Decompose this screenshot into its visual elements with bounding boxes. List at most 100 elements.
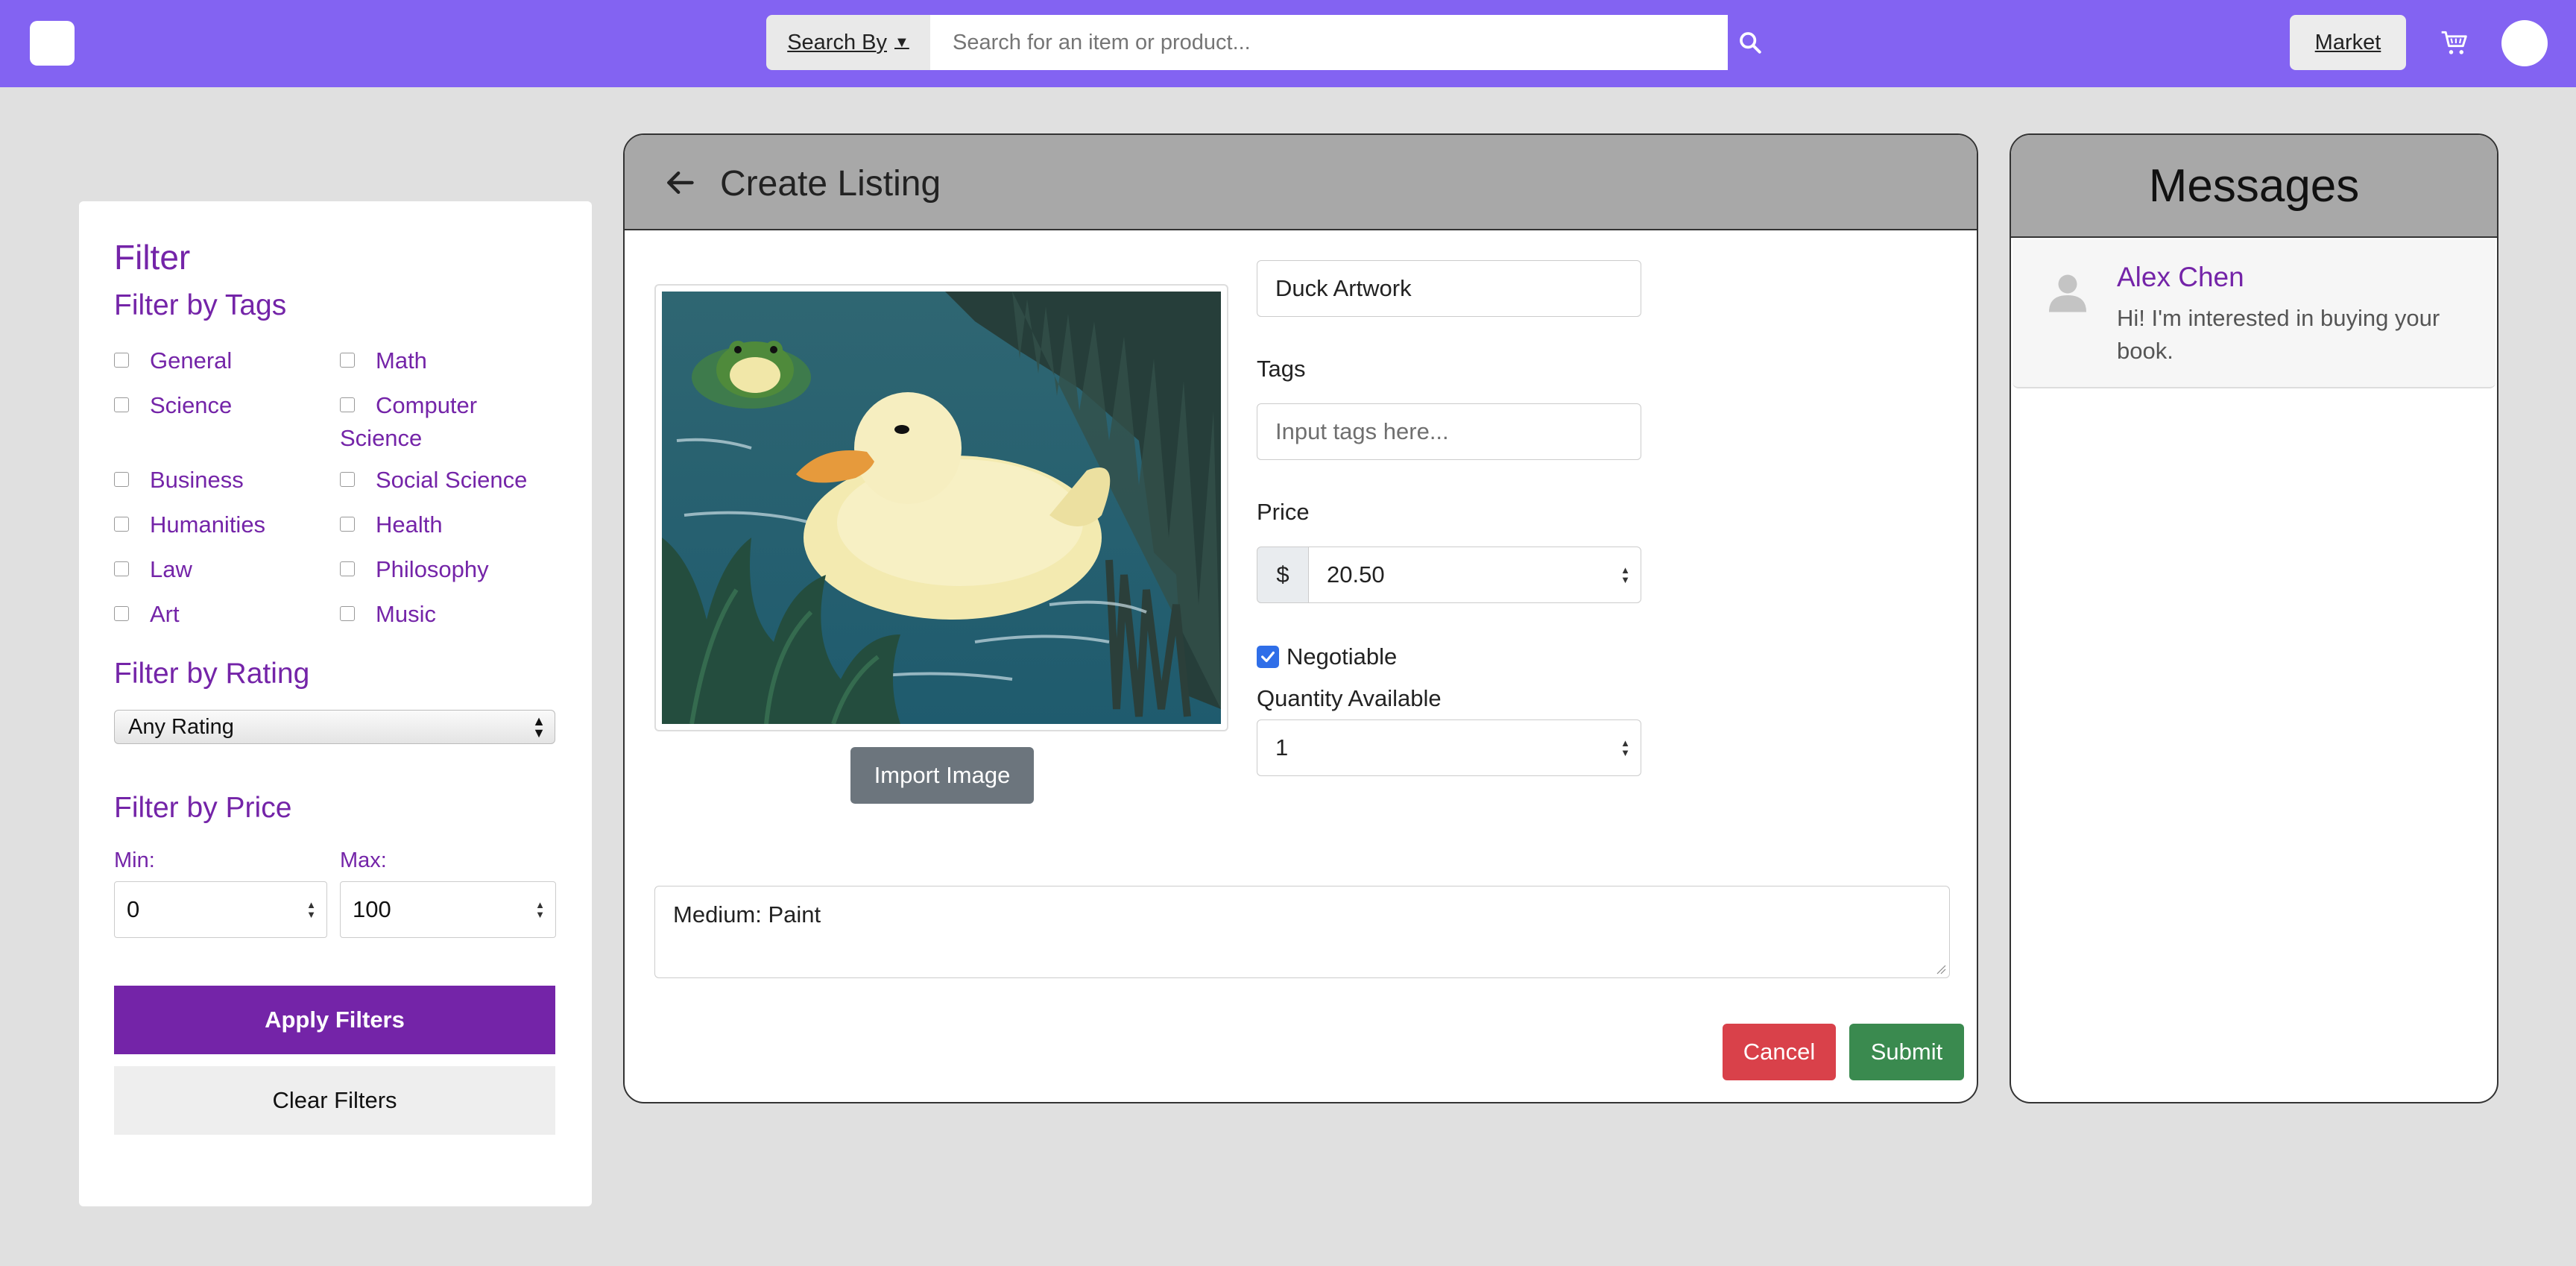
submit-button[interactable]: Submit bbox=[1849, 1024, 1964, 1080]
tags-label: Tags bbox=[1257, 356, 1306, 382]
checkbox-checked[interactable] bbox=[1257, 646, 1279, 668]
import-image-button[interactable]: Import Image bbox=[850, 747, 1034, 804]
apply-filters-button[interactable]: Apply Filters bbox=[114, 986, 555, 1054]
description-textarea[interactable]: Medium: Paint bbox=[654, 886, 1950, 978]
search-bar: Search By ▼ bbox=[766, 15, 1772, 70]
rating-select[interactable]: Any Rating ▲ ▼ bbox=[114, 710, 555, 744]
search-input[interactable] bbox=[930, 15, 1743, 70]
description-value: Medium: Paint bbox=[673, 901, 821, 928]
tag-label: Science bbox=[150, 392, 233, 418]
tag-label: Humanities bbox=[150, 511, 266, 538]
search-icon bbox=[1740, 32, 1761, 54]
search-by-label: Search By bbox=[787, 30, 887, 54]
tag-checkbox-health[interactable]: Health bbox=[340, 508, 443, 541]
tag-checkbox-social-science[interactable]: Social Science bbox=[340, 464, 527, 497]
tag-checkbox-business[interactable]: Business bbox=[114, 464, 244, 497]
tag-checkbox-philosophy[interactable]: Philosophy bbox=[340, 553, 489, 586]
max-price-input[interactable]: 100 ▲ ▼ bbox=[340, 881, 556, 938]
price-input-group: $ 20.50 ▲ ▼ bbox=[1257, 547, 1641, 603]
tags-input[interactable]: Input tags here... bbox=[1257, 403, 1641, 460]
cart-icon[interactable] bbox=[2439, 27, 2472, 60]
messages-title: Messages bbox=[2011, 135, 2497, 238]
stepper-icon[interactable]: ▲ ▼ bbox=[1620, 565, 1630, 585]
filter-rating-heading: Filter by Rating bbox=[114, 658, 310, 690]
checkbox[interactable] bbox=[114, 605, 129, 621]
listing-title-input[interactable]: Duck Artwork bbox=[1257, 260, 1641, 317]
filter-panel: Filter Filter by Tags General Math Scien… bbox=[79, 201, 592, 1206]
checkbox[interactable] bbox=[114, 561, 129, 576]
clear-filters-button[interactable]: Clear Filters bbox=[114, 1066, 555, 1135]
tag-checkbox-math[interactable]: Math bbox=[340, 344, 427, 377]
filter-tags-heading: Filter by Tags bbox=[114, 289, 287, 321]
checkbox[interactable] bbox=[114, 352, 129, 368]
checkbox[interactable] bbox=[340, 471, 355, 487]
page-title: Create Listing bbox=[720, 164, 941, 204]
market-label: Market bbox=[2314, 30, 2381, 54]
currency-addon: $ bbox=[1257, 547, 1309, 603]
stepper-icon[interactable]: ▲ ▼ bbox=[1620, 738, 1630, 758]
checkbox[interactable] bbox=[340, 397, 355, 412]
tag-label: General bbox=[150, 347, 233, 374]
filter-price-heading: Filter by Price bbox=[114, 792, 292, 824]
caret-down-icon: ▼ bbox=[894, 34, 909, 51]
tag-checkbox-art[interactable]: Art bbox=[114, 598, 180, 631]
tag-label: Health bbox=[376, 511, 443, 538]
tag-label: Math bbox=[376, 347, 427, 374]
search-button[interactable] bbox=[1728, 15, 1772, 70]
tag-label: Art bbox=[150, 601, 180, 627]
tag-checkbox-music[interactable]: Music bbox=[340, 598, 436, 631]
quantity-input[interactable]: 1 ▲ ▼ bbox=[1257, 719, 1641, 776]
tag-checkbox-humanities[interactable]: Humanities bbox=[114, 508, 265, 541]
tag-checkbox-law[interactable]: Law bbox=[114, 553, 192, 586]
checkbox[interactable] bbox=[340, 352, 355, 368]
filter-title: Filter bbox=[114, 238, 191, 277]
checkbox[interactable] bbox=[114, 471, 129, 487]
back-arrow-icon[interactable] bbox=[662, 166, 698, 199]
quantity-value: 1 bbox=[1275, 734, 1289, 760]
negotiable-label: Negotiable bbox=[1287, 643, 1398, 670]
user-avatar-icon bbox=[2049, 274, 2086, 312]
tags-placeholder: Input tags here... bbox=[1275, 418, 1449, 444]
stepper-icon[interactable]: ▲ ▼ bbox=[535, 900, 545, 919]
cancel-button[interactable]: Cancel bbox=[1723, 1024, 1836, 1080]
profile-avatar[interactable] bbox=[2501, 20, 2548, 66]
message-sender: Alex Chen bbox=[2117, 262, 2244, 292]
messages-panel: Messages Alex Chen Hi! I'm interested in… bbox=[2010, 133, 2498, 1103]
checkbox[interactable] bbox=[340, 561, 355, 576]
tag-label: Music bbox=[376, 601, 436, 627]
tag-checkbox-science[interactable]: Science bbox=[114, 389, 232, 422]
top-navbar: Search By ▼ Market bbox=[0, 0, 2576, 87]
resize-handle-icon[interactable] bbox=[1936, 964, 1946, 974]
tag-checkbox-computer-science[interactable]: Computer Science bbox=[340, 389, 556, 455]
price-input[interactable]: 20.50 ▲ ▼ bbox=[1308, 547, 1641, 603]
price-value: 20.50 bbox=[1327, 561, 1385, 588]
checkbox[interactable] bbox=[340, 516, 355, 532]
rating-selected-value: Any Rating bbox=[128, 714, 234, 739]
tag-label: Philosophy bbox=[376, 556, 489, 582]
price-label: Price bbox=[1257, 499, 1310, 525]
select-arrows-icon: ▲ ▼ bbox=[532, 714, 546, 740]
quantity-label: Quantity Available bbox=[1257, 685, 1442, 711]
tag-label: Business bbox=[150, 467, 244, 493]
tag-label: Law bbox=[150, 556, 192, 582]
app-logo[interactable] bbox=[30, 21, 75, 66]
listing-image-frame bbox=[654, 284, 1228, 731]
checkbox[interactable] bbox=[114, 397, 129, 412]
create-listing-card: Create Listing Import Image Duck Artwork… bbox=[623, 133, 1978, 1103]
message-item[interactable]: Alex Chen Hi! I'm interested in buying y… bbox=[2012, 239, 2496, 388]
negotiable-checkbox[interactable]: Negotiable bbox=[1257, 640, 1397, 673]
checkbox[interactable] bbox=[340, 605, 355, 621]
min-price-input[interactable]: 0 ▲ ▼ bbox=[114, 881, 327, 938]
listing-title-value: Duck Artwork bbox=[1275, 275, 1412, 301]
min-price-value: 0 bbox=[127, 896, 140, 922]
market-button[interactable]: Market bbox=[2290, 15, 2406, 70]
tag-checkbox-general[interactable]: General bbox=[114, 344, 232, 377]
message-preview: Hi! I'm interested in buying your book. bbox=[2117, 305, 2440, 364]
min-price-label: Min: bbox=[114, 848, 155, 872]
create-listing-header: Create Listing bbox=[625, 135, 1977, 230]
stepper-icon[interactable]: ▲ ▼ bbox=[306, 900, 316, 919]
checkbox[interactable] bbox=[114, 516, 129, 532]
max-price-label: Max: bbox=[340, 848, 387, 872]
tag-label: Social Science bbox=[376, 467, 528, 493]
search-by-dropdown[interactable]: Search By ▼ bbox=[766, 15, 930, 70]
